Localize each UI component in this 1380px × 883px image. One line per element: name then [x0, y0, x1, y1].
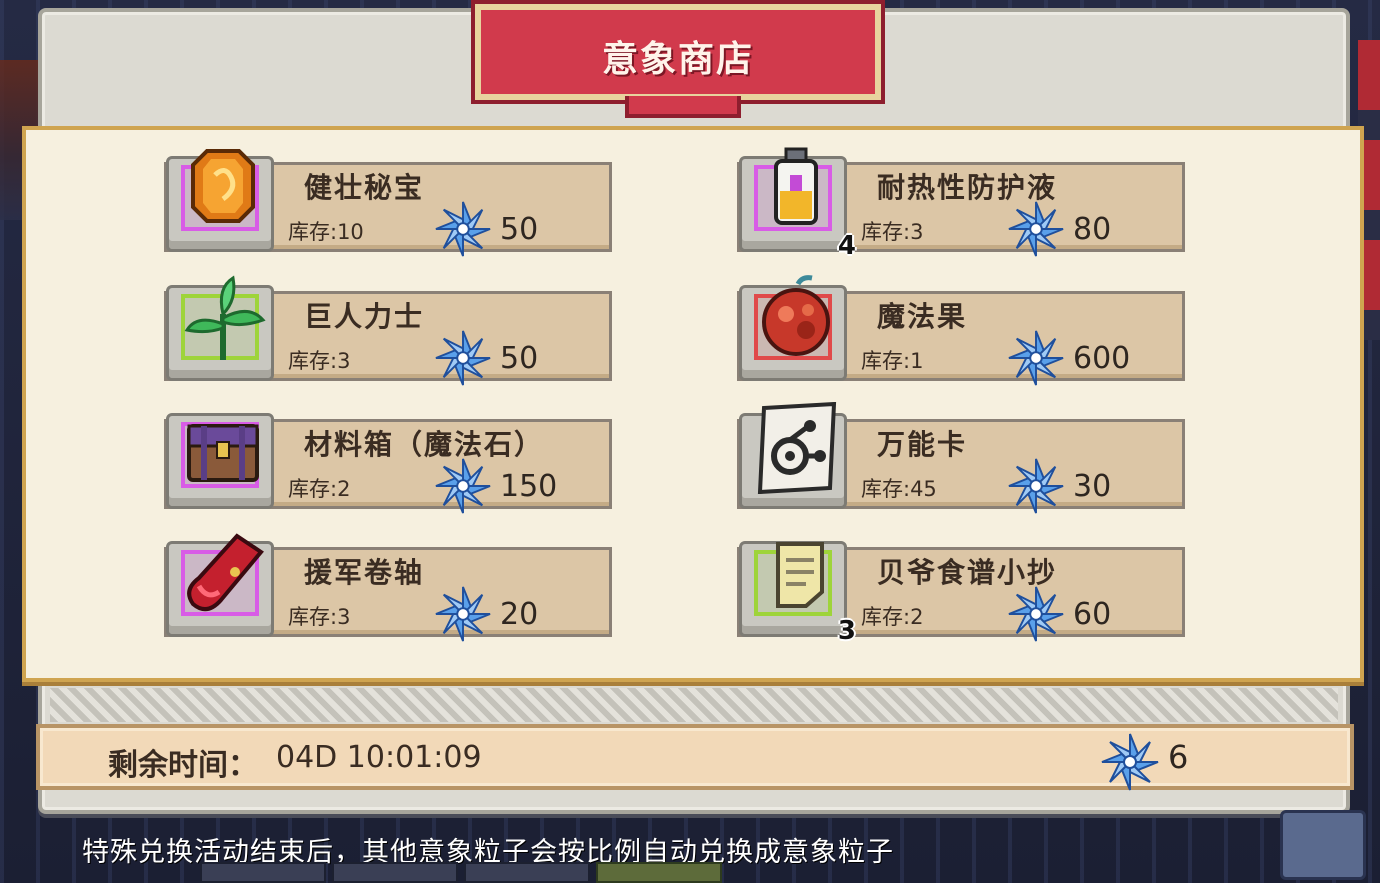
recipe-note-icon	[776, 542, 824, 608]
pinwheel-crystal-icon	[435, 586, 491, 642]
item-stock: 库存:2	[288, 477, 351, 501]
item-name: 巨人力士	[304, 300, 425, 333]
shop-item[interactable]: 材料箱（魔法石） 库存:2 150	[164, 409, 614, 514]
pinwheel-crystal-icon	[1008, 201, 1064, 257]
item-name: 援军卷轴	[304, 556, 425, 589]
footer-bar: 剩余时间： 04D 10:01:09 6	[36, 724, 1354, 791]
item-slot[interactable]	[166, 149, 274, 252]
shop-item[interactable]: 3 贝爷食谱小抄 库存:2 60	[737, 537, 1187, 646]
item-stock: 库存:2	[861, 605, 924, 629]
universal-card-icon	[757, 402, 837, 494]
magic-fruit-icon	[762, 275, 830, 356]
item-name: 材料箱（魔法石）	[304, 428, 545, 461]
corner-menu-button[interactable]	[1280, 810, 1366, 880]
shop-item[interactable]: 巨人力士 库存:3 50	[164, 275, 614, 386]
shop-item[interactable]: 万能卡 库存:45 30	[737, 402, 1187, 514]
item-stock: 库存:10	[288, 220, 364, 244]
remaining-time-value: 04D 10:01:09	[276, 740, 482, 775]
item-count: 3	[837, 616, 856, 646]
item-slot[interactable]: 3	[739, 541, 856, 646]
bottom-tab[interactable]	[332, 862, 458, 883]
item-name: 健壮秘宝	[304, 171, 425, 204]
pinwheel-crystal-icon	[435, 458, 491, 514]
item-name: 魔法果	[877, 300, 968, 333]
item-price: 150	[500, 469, 558, 504]
item-price: 20	[500, 597, 539, 632]
shop-item[interactable]: 健壮秘宝 库存:10 50	[164, 149, 614, 257]
title-banner: 意象商店	[471, 0, 885, 118]
bottom-tab[interactable]	[596, 862, 722, 883]
item-stock: 库存:3	[288, 605, 351, 629]
item-slot[interactable]	[739, 402, 847, 509]
item-stock: 库存:45	[861, 477, 937, 501]
item-slot[interactable]	[166, 413, 274, 509]
item-price: 50	[500, 341, 539, 376]
item-price: 50	[500, 212, 539, 247]
pinwheel-crystal-icon	[1008, 586, 1064, 642]
potion-bottle-icon	[774, 147, 818, 225]
shop-item[interactable]: 魔法果 库存:1 600	[737, 275, 1187, 386]
item-price: 30	[1073, 469, 1112, 504]
pinwheel-crystal-icon	[1008, 458, 1064, 514]
item-slot[interactable]	[166, 275, 274, 381]
item-price: 60	[1073, 597, 1112, 632]
bottom-tab-bar	[200, 862, 722, 883]
shop-title: 意象商店	[601, 39, 754, 80]
item-slot[interactable]	[166, 533, 274, 637]
item-slot[interactable]: 4	[739, 147, 856, 261]
pinwheel-crystal-icon	[1008, 330, 1064, 386]
pinwheel-crystal-icon	[1101, 733, 1159, 791]
shop-item[interactable]: 4 耐热性防护液 库存:3 80	[737, 147, 1187, 261]
decorative-border	[50, 688, 1338, 722]
item-stock: 库存:3	[288, 349, 351, 373]
pinwheel-crystal-icon	[435, 330, 491, 386]
treasure-chest-icon	[187, 424, 259, 482]
currency-balance: 6	[1168, 738, 1189, 776]
green-plant-icon	[184, 275, 266, 360]
shop-item[interactable]: 援军卷轴 库存:3 20	[164, 533, 614, 642]
orange-gem-icon	[191, 149, 255, 223]
item-name: 万能卡	[877, 428, 968, 461]
red-scroll-icon	[187, 533, 264, 612]
item-price: 80	[1073, 212, 1112, 247]
bottom-tab[interactable]	[464, 862, 590, 883]
item-count: 4	[837, 231, 856, 261]
item-stock: 库存:3	[861, 220, 924, 244]
bottom-tab[interactable]	[200, 862, 326, 883]
item-stock: 库存:1	[861, 349, 924, 373]
remaining-time-label: 剩余时间：	[108, 748, 258, 783]
pinwheel-crystal-icon	[435, 201, 491, 257]
item-slot[interactable]	[739, 275, 847, 381]
item-price: 600	[1073, 341, 1131, 376]
